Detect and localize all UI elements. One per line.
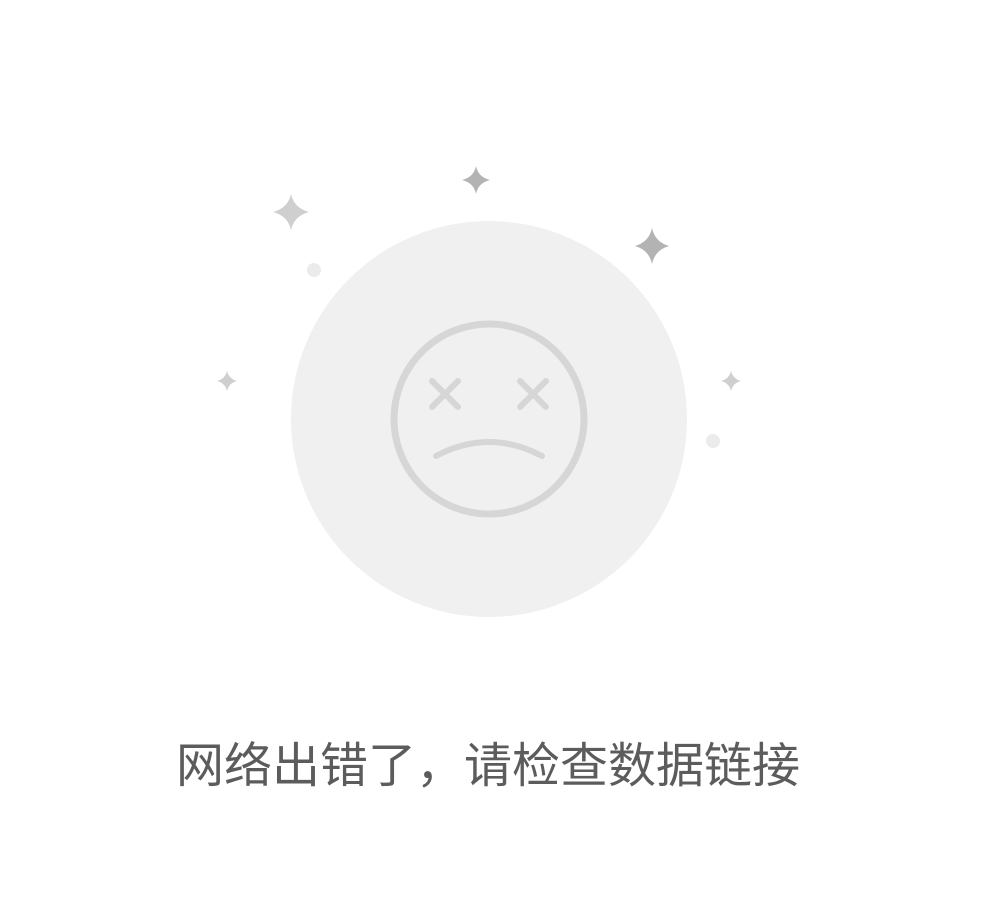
- network-error-illustration: [217, 166, 741, 617]
- network-error-page: 网络出错了，请检查数据链接: [0, 0, 990, 900]
- error-message: 网络出错了，请检查数据链接: [175, 738, 800, 794]
- sparkle-icon: [721, 371, 741, 391]
- decorative-dot: [706, 434, 720, 448]
- sparkle-icon: [217, 371, 237, 391]
- decorative-dot: [307, 263, 321, 277]
- illustration-circle: [291, 221, 687, 617]
- sparkle-icon: [635, 228, 669, 264]
- sparkle-icon: [462, 166, 490, 194]
- sparkle-icon: [273, 194, 309, 230]
